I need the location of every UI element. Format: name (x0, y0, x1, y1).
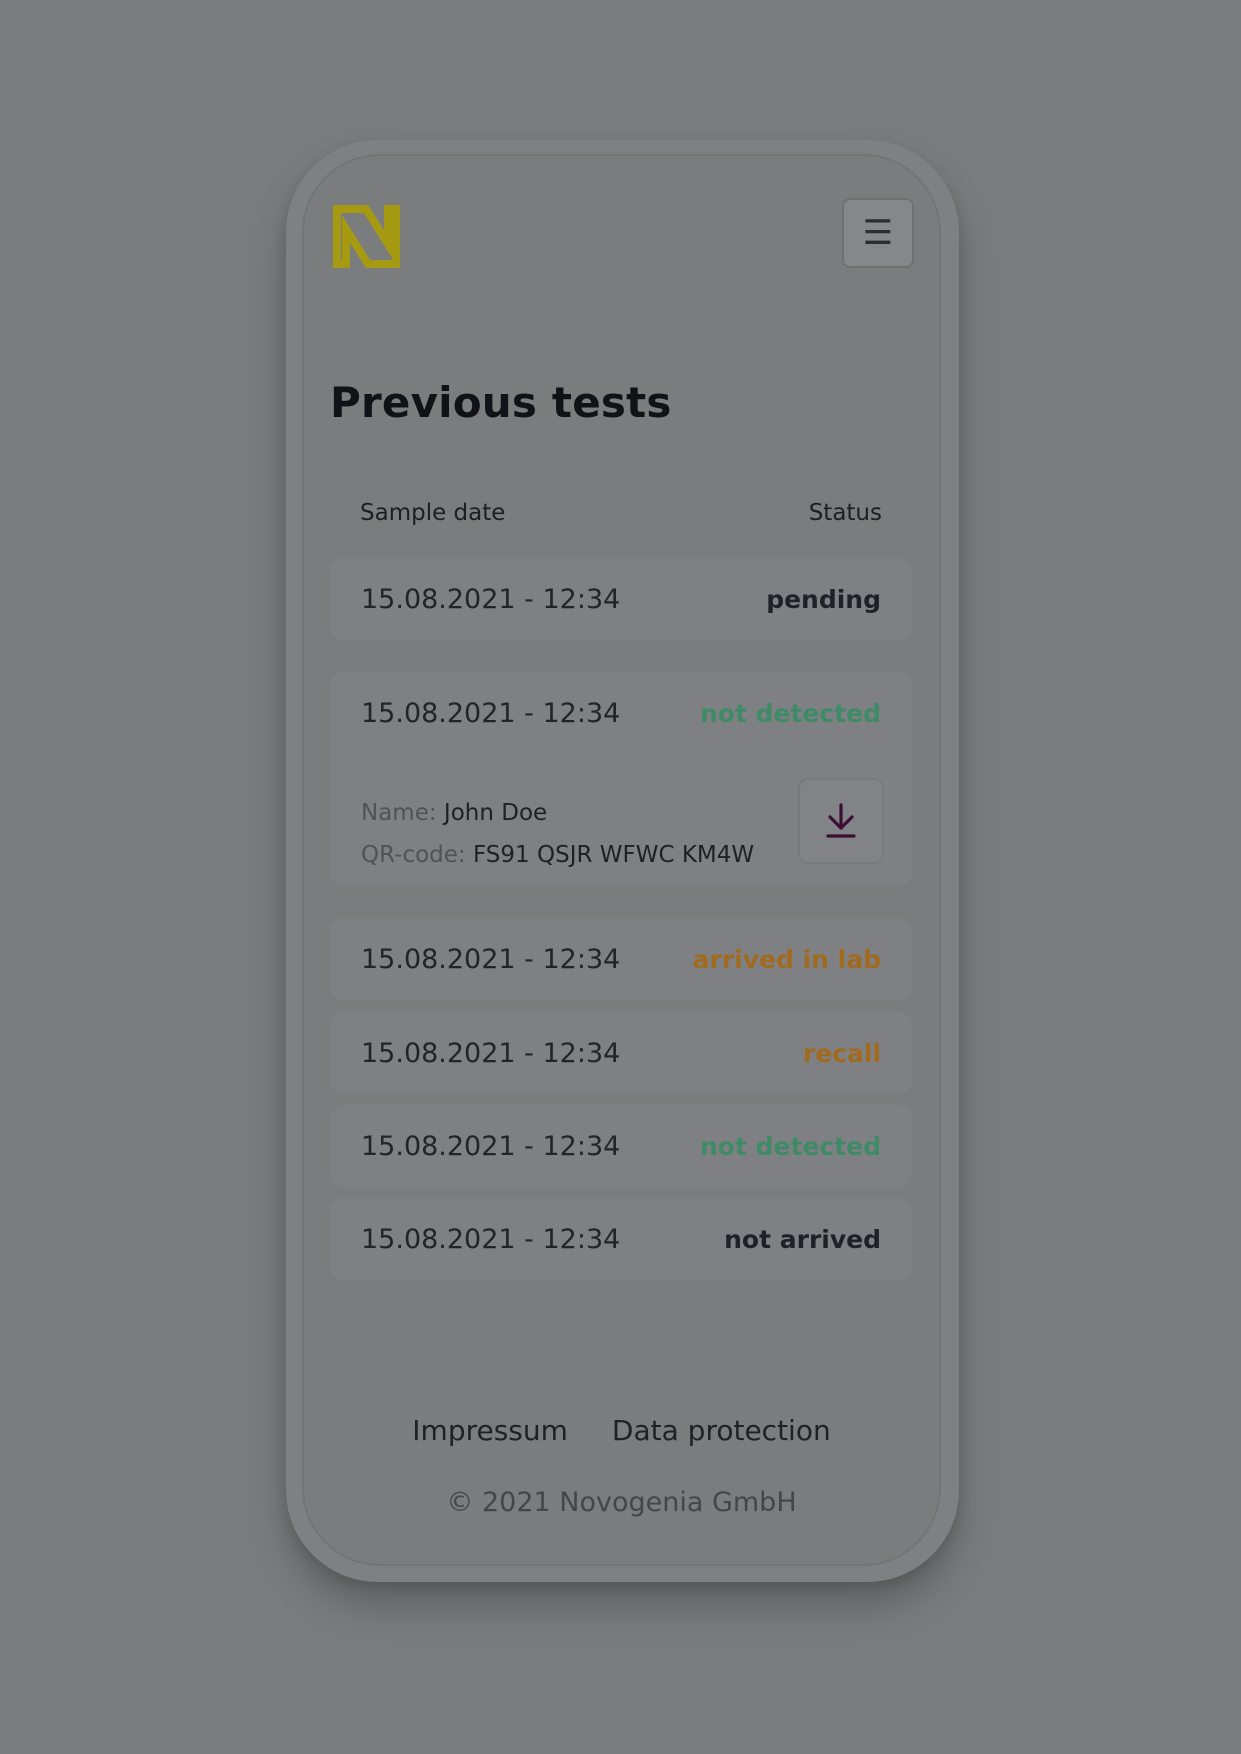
phone-screen: ☰ Previous tests Sample date Status 15.0… (302, 154, 941, 1566)
test-row[interactable]: 15.08.2021 - 12:34 arrived in lab (330, 918, 912, 1000)
status-label: arrived in lab (692, 944, 881, 974)
name-line: Name: John Doe (361, 792, 754, 834)
download-button[interactable] (798, 778, 884, 864)
phone-frame: ☰ Previous tests Sample date Status 15.0… (286, 140, 959, 1582)
status-label: pending (766, 584, 881, 614)
impressum-link[interactable]: Impressum (412, 1414, 568, 1447)
test-row-expanded[interactable]: 15.08.2021 - 12:34 not detected Name: Jo… (330, 672, 912, 886)
footer-links: Impressum Data protection (302, 1414, 941, 1447)
qr-code-label: QR-code: (361, 842, 466, 868)
column-header-status: Status (808, 500, 882, 526)
data-protection-link[interactable]: Data protection (612, 1414, 831, 1447)
status-label: not detected (699, 1131, 881, 1161)
status-label: not arrived (724, 1224, 881, 1254)
name-label: Name: (361, 800, 437, 826)
hamburger-icon: ☰ (862, 213, 894, 253)
page-title: Previous tests (330, 378, 672, 427)
sample-date: 15.08.2021 - 12:34 (361, 583, 621, 615)
test-row[interactable]: 15.08.2021 - 12:34 not detected (330, 1105, 912, 1187)
novogenia-logo-icon[interactable] (330, 202, 406, 270)
qr-code-value: FS91 QSJR WFWC KM4W (472, 842, 755, 868)
copyright-text: © 2021 Novogenia GmbH (446, 1487, 797, 1518)
test-details: Name: John Doe QR-code: FS91 QSJR WFWC K… (361, 792, 754, 876)
test-row[interactable]: 15.08.2021 - 12:34 not arrived (330, 1198, 912, 1280)
status-label: recall (802, 1038, 881, 1068)
download-icon (826, 803, 856, 838)
test-row[interactable]: 15.08.2021 - 12:34 recall (330, 1012, 912, 1094)
sample-date: 15.08.2021 - 12:34 (361, 943, 621, 975)
name-value: John Doe (443, 800, 548, 826)
column-header-sample-date: Sample date (360, 500, 506, 526)
sample-date: 15.08.2021 - 12:34 (361, 1037, 621, 1069)
menu-button[interactable]: ☰ (842, 198, 914, 268)
table-header: Sample date Status (360, 500, 882, 526)
sample-date: 15.08.2021 - 12:34 (361, 1130, 621, 1162)
status-label: not detected (699, 698, 881, 728)
sample-date: 15.08.2021 - 12:34 (361, 1223, 621, 1255)
test-row[interactable]: 15.08.2021 - 12:34 pending (330, 558, 912, 640)
qr-code-line: QR-code: FS91 QSJR WFWC KM4W (361, 834, 754, 876)
sample-date: 15.08.2021 - 12:34 (361, 697, 621, 729)
